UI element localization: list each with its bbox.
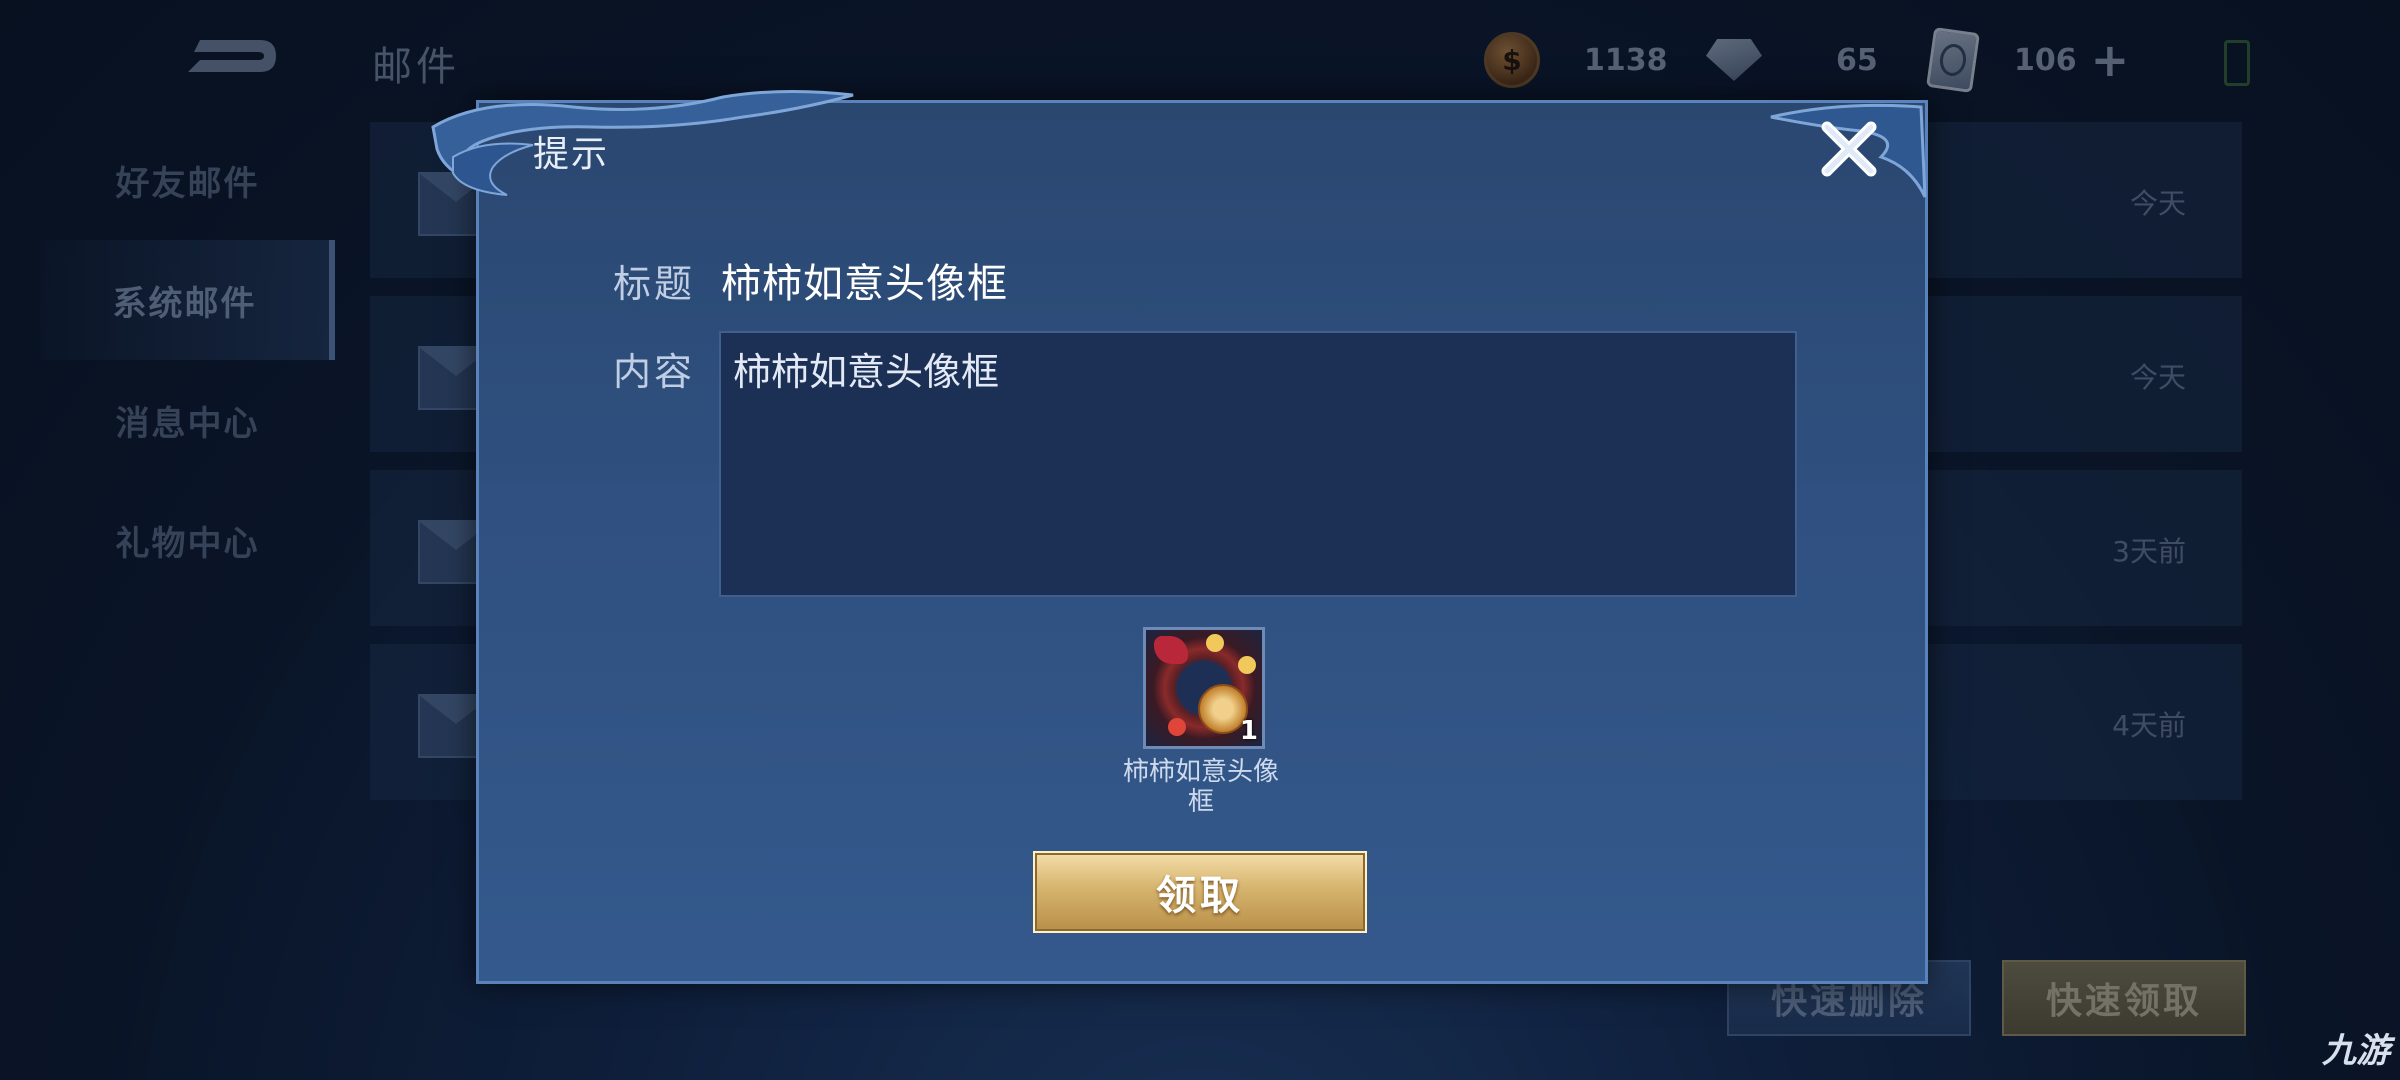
reward-name: 柿柿如意头像 框 [1101, 757, 1301, 817]
close-icon[interactable] [1813, 113, 1885, 185]
content-label: 内容 [613, 350, 696, 394]
subject-value: 柿柿如意头像框 [721, 261, 1008, 307]
content-box: 柿柿如意头像框 [719, 331, 1797, 597]
reward-name-line: 框 [1187, 787, 1214, 817]
reward-name-line: 柿柿如意头像 [1122, 757, 1279, 787]
reward-quantity: 1 [1239, 716, 1258, 746]
watermark-text: 九游 [2322, 1031, 2390, 1071]
content-text: 柿柿如意头像框 [733, 350, 1000, 394]
watermark-logo: 九游 [2322, 1023, 2390, 1072]
cloud-ornament-icon [431, 89, 854, 196]
reward-avatar-frame-icon[interactable]: 1 [1143, 627, 1265, 749]
mail-detail-dialog: 提示 标题 柿柿如意头像框 内容 柿柿如意头像框 1 柿柿如意头像 框 领取 [431, 89, 1928, 984]
claim-button[interactable]: 领取 [1033, 851, 1367, 933]
subject-label: 标题 [613, 262, 696, 306]
dialog-title: 提示 [533, 134, 610, 175]
